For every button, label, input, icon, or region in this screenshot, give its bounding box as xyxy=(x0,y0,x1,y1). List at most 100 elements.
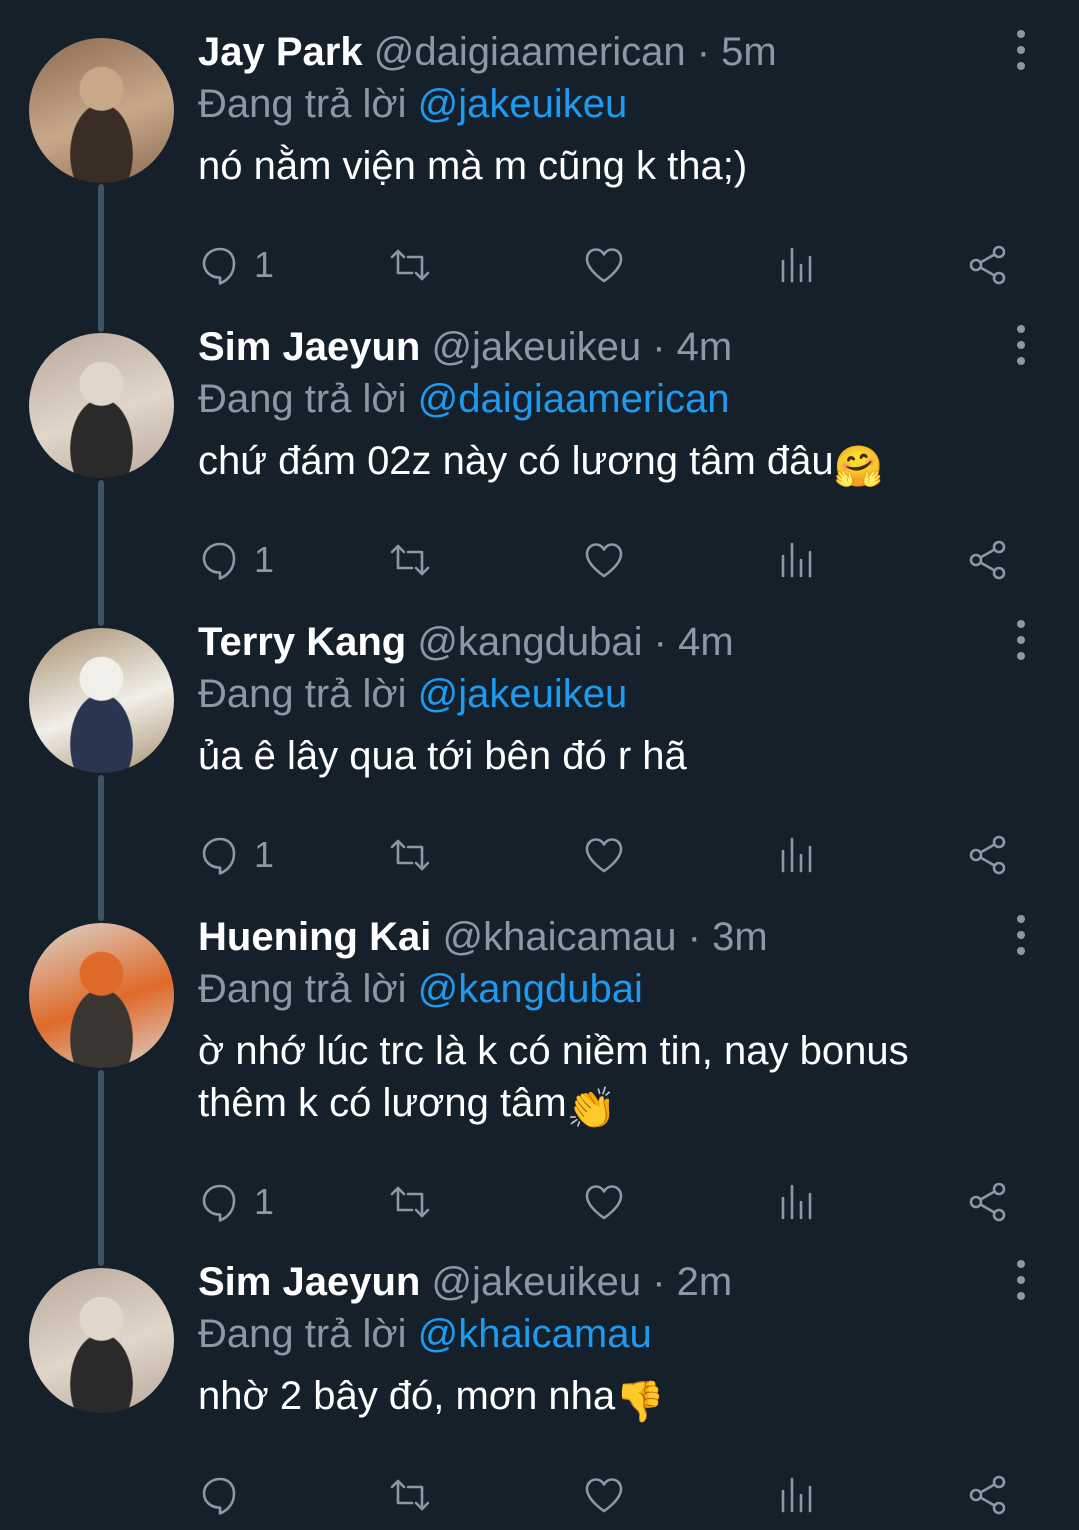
tweet-header: Huening Kai @khaicamau · 3m xyxy=(198,907,768,967)
reply-icon xyxy=(202,1477,236,1515)
views-icon xyxy=(781,542,812,578)
tweet[interactable]: Sim Jaeyun @jakeuikeu · 4m Đang trả lời … xyxy=(0,317,1079,580)
reply-count: 1 xyxy=(254,244,275,285)
share-button[interactable] xyxy=(966,1177,1010,1227)
reply-mention[interactable]: @kangdubai xyxy=(418,967,643,1011)
tweet-time[interactable]: · 4m xyxy=(654,620,734,664)
views-button[interactable] xyxy=(776,830,820,880)
tweet-text-line1: nó nằm viện mà m cũng k tha;) xyxy=(198,144,748,188)
retweet-button[interactable] xyxy=(388,535,432,585)
like-icon xyxy=(585,838,623,873)
replying-to: Đang trả lời @daigiaamerican xyxy=(198,369,730,429)
more-options-icon[interactable] xyxy=(1008,325,1034,365)
more-options-icon[interactable] xyxy=(1008,620,1034,660)
author-name[interactable]: Terry Kang xyxy=(198,620,406,664)
tweet[interactable]: Terry Kang @kangdubai · 4m Đang trả lời … xyxy=(0,612,1079,875)
reply-icon xyxy=(202,1184,236,1222)
like-icon xyxy=(585,248,623,283)
emoji: 👎 xyxy=(615,1380,665,1424)
avatar[interactable] xyxy=(29,1268,174,1413)
tweet-time[interactable]: · 5m xyxy=(697,30,777,74)
share-icon xyxy=(969,245,1006,285)
tweet[interactable]: Jay Park @daigiaamerican · 5m Đang trả l… xyxy=(0,22,1079,285)
author-handle[interactable]: @jakeuikeu xyxy=(431,325,641,369)
emoji: 👏 xyxy=(566,1087,617,1131)
reply-mention[interactable]: @daigiaamerican xyxy=(418,377,730,421)
reply-button[interactable] xyxy=(198,1470,254,1520)
tweet[interactable]: Sim Jaeyun @jakeuikeu · 2m Đang trả lời … xyxy=(0,1252,1079,1515)
reply-button[interactable]: 1 xyxy=(198,535,274,585)
more-options-icon[interactable] xyxy=(1008,1260,1034,1300)
avatar[interactable] xyxy=(29,38,174,183)
reply-icon xyxy=(202,542,236,580)
views-icon xyxy=(781,837,812,873)
tweet-time[interactable]: · 2m xyxy=(652,1260,732,1304)
reply-button[interactable]: 1 xyxy=(198,240,274,290)
tweet-header: Jay Park @daigiaamerican · 5m xyxy=(198,22,777,82)
tweet-actions xyxy=(198,1470,1018,1520)
more-options-icon[interactable] xyxy=(1008,30,1034,70)
share-icon xyxy=(969,1475,1006,1515)
retweet-button[interactable] xyxy=(388,240,432,290)
like-button[interactable] xyxy=(582,1470,626,1520)
tweet-text-line1: ờ nhớ lúc trc là k có niềm tin, nay bonu… xyxy=(198,1029,909,1073)
reply-prefix: Đang trả lời xyxy=(198,377,407,421)
share-icon xyxy=(969,835,1006,875)
views-icon xyxy=(781,1477,812,1513)
tweet-text: nó nằm viện mà m cũng k tha;) xyxy=(198,140,988,192)
retweet-button[interactable] xyxy=(388,1470,432,1520)
replying-to: Đang trả lời @jakeuikeu xyxy=(198,74,627,134)
retweet-button[interactable] xyxy=(388,830,432,880)
tweet-text-line1: nhờ 2 bây đó, mơn nha xyxy=(198,1374,616,1418)
like-button[interactable] xyxy=(582,1177,626,1227)
tweet[interactable]: Huening Kai @khaicamau · 3m Đang trả lời… xyxy=(0,907,1079,1222)
reply-mention[interactable]: @khaicamau xyxy=(418,1312,652,1356)
author-handle[interactable]: @daigiaamerican xyxy=(374,30,686,74)
share-icon xyxy=(969,1182,1006,1222)
tweet-text: nhờ 2 bây đó, mơn nha👎 xyxy=(198,1370,988,1428)
tweet-text-line2: thêm k có lương tâm xyxy=(198,1081,567,1125)
tweet-time[interactable]: · 3m xyxy=(688,915,768,959)
retweet-button[interactable] xyxy=(388,1177,432,1227)
avatar[interactable] xyxy=(29,923,174,1068)
reply-icon xyxy=(202,837,236,875)
share-button[interactable] xyxy=(966,1470,1010,1520)
tweet-text: ủa ê lây qua tới bên đó r hã xyxy=(198,730,988,782)
reply-mention[interactable]: @jakeuikeu xyxy=(418,672,628,716)
avatar[interactable] xyxy=(29,628,174,773)
share-button[interactable] xyxy=(966,830,1010,880)
like-button[interactable] xyxy=(582,535,626,585)
tweet-time[interactable]: · 4m xyxy=(652,325,732,369)
tweet-text-line1: ủa ê lây qua tới bên đó r hã xyxy=(198,734,687,778)
tweet-actions: 1 xyxy=(198,830,1018,880)
like-icon xyxy=(585,1185,623,1220)
author-name[interactable]: Sim Jaeyun xyxy=(198,325,420,369)
reply-icon xyxy=(202,247,236,285)
views-button[interactable] xyxy=(776,535,820,585)
share-button[interactable] xyxy=(966,240,1010,290)
reply-button[interactable]: 1 xyxy=(198,830,274,880)
author-name[interactable]: Jay Park xyxy=(198,30,363,74)
views-button[interactable] xyxy=(776,1470,820,1520)
like-button[interactable] xyxy=(582,830,626,880)
author-name[interactable]: Sim Jaeyun xyxy=(198,1260,420,1304)
more-options-icon[interactable] xyxy=(1008,915,1034,955)
share-button[interactable] xyxy=(966,535,1010,585)
like-button[interactable] xyxy=(582,240,626,290)
author-handle[interactable]: @khaicamau xyxy=(442,915,676,959)
share-icon xyxy=(969,540,1006,580)
views-button[interactable] xyxy=(776,1177,820,1227)
retweet-icon xyxy=(390,1186,430,1218)
author-handle[interactable]: @kangdubai xyxy=(417,620,642,664)
reply-button[interactable]: 1 xyxy=(198,1177,274,1227)
reply-mention[interactable]: @jakeuikeu xyxy=(418,82,628,126)
views-button[interactable] xyxy=(776,240,820,290)
author-name[interactable]: Huening Kai xyxy=(198,915,431,959)
retweet-icon xyxy=(390,249,430,281)
tweet-actions: 1 xyxy=(198,240,1018,290)
like-icon xyxy=(585,543,623,578)
author-handle[interactable]: @jakeuikeu xyxy=(431,1260,641,1304)
avatar[interactable] xyxy=(29,333,174,478)
retweet-icon xyxy=(390,839,430,871)
tweet-header: Terry Kang @kangdubai · 4m xyxy=(198,612,734,672)
